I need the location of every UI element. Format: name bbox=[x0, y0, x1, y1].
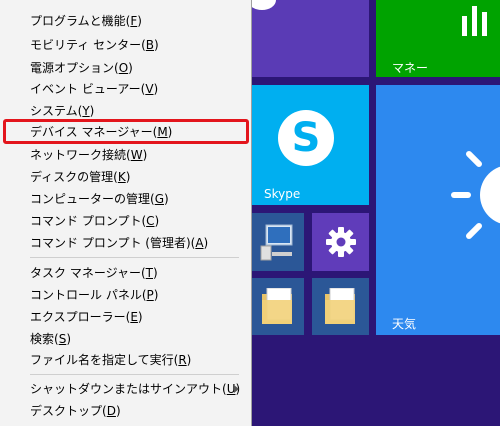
sun-icon bbox=[451, 151, 500, 239]
menu-item-power-options[interactable]: 電源オプション(O) bbox=[30, 57, 133, 79]
folder-icon bbox=[325, 288, 355, 324]
money-tile[interactable]: マネー bbox=[376, 0, 500, 77]
menu-item-computer-management[interactable]: コンピューターの管理(G) bbox=[30, 188, 169, 210]
skype-tile-label: Skype bbox=[264, 187, 301, 201]
menu-item-mobility-center[interactable]: モビリティ センター(B) bbox=[30, 34, 159, 56]
menu-item-task-manager[interactable]: タスク マネージャー(T) bbox=[30, 262, 158, 284]
device-manager-highlight bbox=[3, 119, 249, 144]
winx-context-menu: プログラムと機能(F) モビリティ センター(B) 電源オプション(O) イベン… bbox=[0, 0, 252, 426]
menu-item-command-prompt[interactable]: コマンド プロンプト(C) bbox=[30, 210, 159, 232]
top-purple-tile[interactable] bbox=[252, 0, 369, 77]
menu-item-file-explorer[interactable]: エクスプローラー(E) bbox=[30, 306, 143, 328]
skype-tile[interactable]: S Skype bbox=[252, 85, 369, 205]
settings-tile[interactable] bbox=[312, 213, 369, 271]
computer-icon bbox=[260, 224, 293, 261]
cloud-icon bbox=[252, 0, 276, 10]
menu-item-shutdown-or-sign-out[interactable]: シャットダウンまたはサインアウト(U) bbox=[30, 378, 240, 400]
menu-item-disk-management[interactable]: ディスクの管理(K) bbox=[30, 166, 130, 188]
skype-icon: S bbox=[278, 110, 334, 166]
money-tile-label: マネー bbox=[392, 61, 429, 75]
chart-icon bbox=[462, 6, 487, 36]
menu-item-search[interactable]: 検索(S) bbox=[30, 328, 71, 350]
menu-item-network-connections[interactable]: ネットワーク接続(W) bbox=[30, 144, 147, 166]
menu-item-desktop[interactable]: デスクトップ(D) bbox=[30, 400, 121, 422]
computer-tile[interactable] bbox=[252, 213, 304, 271]
menu-item-command-prompt-admin[interactable]: コマンド プロンプト (管理者)(A) bbox=[30, 232, 208, 254]
menu-item-control-panel[interactable]: コントロール パネル(P) bbox=[30, 284, 158, 306]
folder-icon bbox=[262, 288, 292, 324]
folder-tile-2[interactable] bbox=[312, 278, 369, 335]
weather-tile[interactable]: 天気 bbox=[376, 85, 500, 335]
menu-separator bbox=[30, 374, 239, 375]
menu-item-run[interactable]: ファイル名を指定して実行(R) bbox=[30, 349, 191, 371]
menu-separator bbox=[30, 257, 239, 258]
weather-tile-label: 天気 bbox=[392, 317, 417, 331]
menu-item-event-viewer[interactable]: イベント ビューアー(V) bbox=[30, 78, 158, 100]
gear-icon bbox=[326, 227, 356, 257]
submenu-arrow-icon bbox=[234, 385, 239, 393]
folder-tile-1[interactable] bbox=[252, 278, 304, 335]
menu-item-programs-and-features[interactable]: プログラムと機能(F) bbox=[30, 10, 142, 32]
